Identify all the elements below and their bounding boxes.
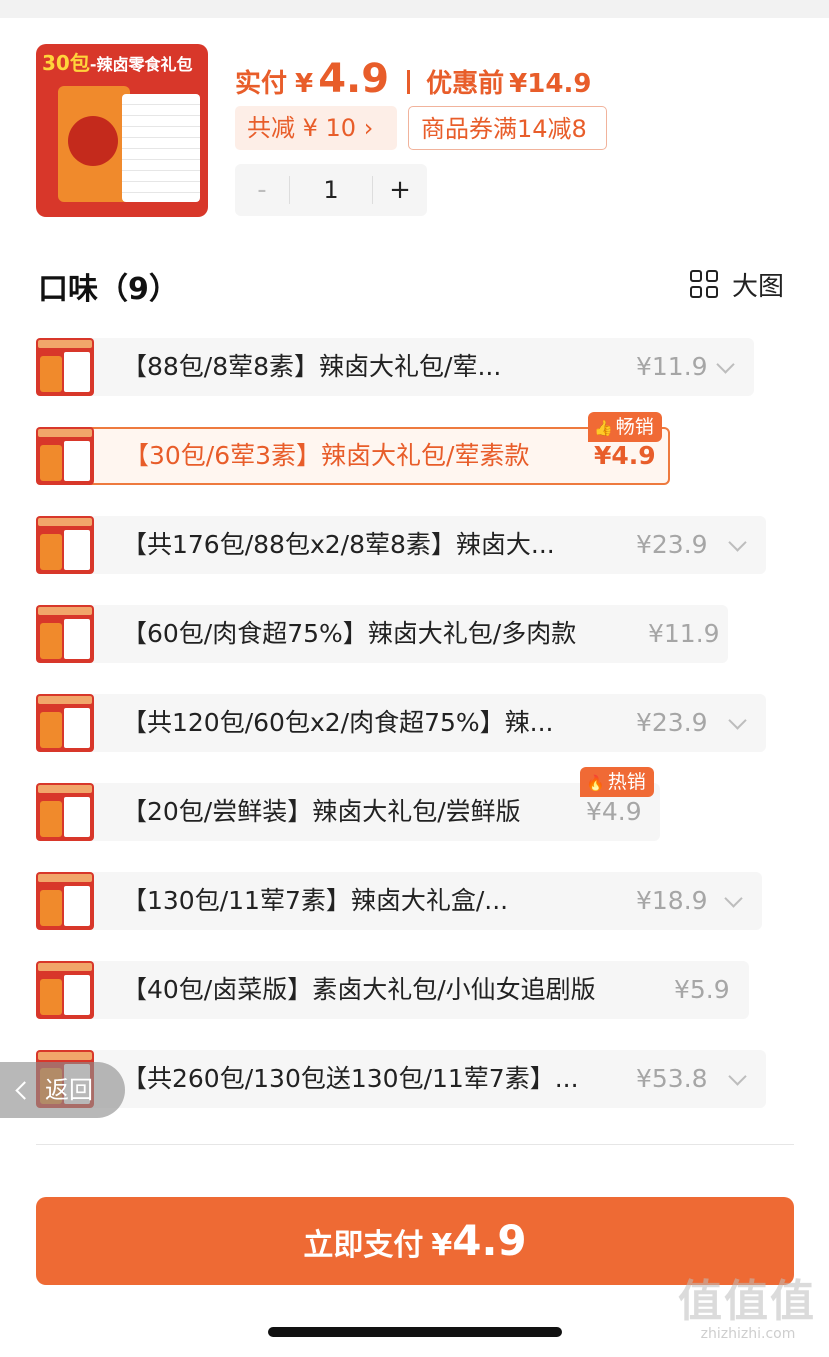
watermark-mark: 值值值 (678, 1276, 816, 1327)
back-label: 返回 (45, 1076, 93, 1104)
option-thumbnail (36, 605, 94, 663)
grid-icon (690, 270, 718, 298)
flavor-option[interactable]: 【20包/尝鲜装】辣卤大礼包/尝鲜版 ¥4.9 (36, 783, 660, 841)
coupon-chip: 商品券满14减8 (408, 106, 607, 150)
option-price: ¥23.9 (636, 708, 708, 737)
flavor-option[interactable]: 【130包/11荤7素】辣卤大礼盒/... ¥18.9 (36, 872, 762, 930)
chevron-left-icon (15, 1080, 34, 1100)
bestseller-badge: 👍 畅销 (588, 412, 662, 442)
badge-label: 畅销 (615, 416, 654, 438)
quantity-stepper: - 1 + (235, 164, 427, 216)
flavor-option[interactable]: 【共176包/88包x2/8荤8素】辣卤大... ¥23.9 (36, 516, 766, 574)
option-price: ¥5.9 (674, 975, 730, 1004)
flavor-option[interactable]: 【40包/卤菜版】素卤大礼包/小仙女追剧版 ¥5.9 (36, 961, 749, 1019)
watermark-logo: 值值值 zhizhizhi.com (678, 1276, 818, 1343)
original-price: ¥14.9 (509, 69, 592, 99)
flavor-option[interactable]: 【共260包/130包送130包/11荤7素】... ¥53.8 (36, 1050, 766, 1108)
option-price: ¥11.9 (636, 352, 708, 381)
product-image-pack-count: 30包 (42, 51, 90, 75)
option-thumbnail (36, 427, 94, 485)
option-label: 【共120包/60包x2/肉食超75%】辣... (122, 708, 554, 737)
option-price: ¥23.9 (636, 530, 708, 559)
chevron-down-icon[interactable] (728, 1067, 747, 1086)
product-menu-graphic (122, 94, 200, 202)
option-thumbnail (36, 694, 94, 752)
option-label: 【130包/11荤7素】辣卤大礼盒/... (122, 886, 509, 915)
large-image-label: 大图 (732, 271, 785, 302)
badge-label: 热销 (607, 771, 646, 793)
option-price: ¥11.9 (648, 619, 720, 648)
flavor-option[interactable]: 【共120包/60包x2/肉食超75%】辣... ¥23.9 (36, 694, 766, 752)
option-label: 【20包/尝鲜装】辣卤大礼包/尝鲜版 (122, 797, 521, 826)
option-label: 【30包/6荤3素】辣卤大礼包/荤素款 (124, 441, 530, 470)
option-label: 【88包/8荤8素】辣卤大礼包/荤... (122, 352, 502, 381)
back-button[interactable]: 返回 (0, 1062, 125, 1118)
original-price-label: 优惠前 (426, 69, 505, 99)
watermark-url: zhizhizhi.com (700, 1326, 796, 1342)
flavor-section-title: 口味（9） (38, 272, 179, 307)
thumbs-up-icon: 👍 (594, 419, 613, 437)
pay-now-label: 立即支付 (303, 1228, 424, 1263)
pay-amount: 4.9 (318, 56, 390, 102)
pay-now-currency: ¥ (431, 1228, 453, 1263)
flavor-option[interactable]: 【60包/肉食超75%】辣卤大礼包/多肉款 ¥11.9 (36, 605, 728, 663)
chevron-down-icon[interactable] (728, 711, 747, 730)
home-indicator[interactable] (268, 1327, 562, 1337)
chevron-down-icon[interactable] (724, 889, 743, 908)
option-label: 【60包/肉食超75%】辣卤大礼包/多肉款 (122, 619, 577, 648)
discount-details-chip[interactable]: 共减 ¥ 10 › (235, 106, 397, 150)
hot-sale-badge: 🔥 热销 (580, 767, 654, 797)
option-label: 【40包/卤菜版】素卤大礼包/小仙女追剧版 (122, 975, 596, 1004)
chevron-down-icon[interactable] (728, 533, 747, 552)
pay-now-button[interactable]: 立即支付 ¥4.9 (36, 1197, 794, 1285)
option-thumbnail (36, 516, 94, 574)
option-thumbnail (36, 338, 94, 396)
option-thumbnail (36, 961, 94, 1019)
price-divider (407, 70, 411, 94)
pay-now-amount: 4.9 (452, 1216, 527, 1265)
increase-quantity-button[interactable]: + (373, 175, 427, 205)
flavor-option[interactable]: 【88包/8荤8素】辣卤大礼包/荤... ¥11.9 (36, 338, 754, 396)
price-line: 实付 ¥ 4.9 优惠前 ¥14.9 (235, 56, 592, 102)
product-image-title: -辣卤零食礼包 (89, 55, 193, 74)
option-price: ¥53.8 (636, 1064, 708, 1093)
status-bar-strip (0, 0, 829, 18)
option-label: 【共260包/130包送130包/11荤7素】... (122, 1064, 579, 1093)
option-price: ¥18.9 (636, 886, 708, 915)
option-label: 【共176包/88包x2/8荤8素】辣卤大... (122, 530, 555, 559)
product-image-banner: 30包-辣卤零食礼包 (42, 48, 202, 78)
chevron-down-icon[interactable] (716, 355, 735, 374)
flame-icon: 🔥 (586, 774, 605, 792)
product-package-graphic (58, 86, 130, 202)
option-thumbnail (36, 872, 94, 930)
divider (36, 1144, 794, 1145)
flavor-option-selected[interactable]: 【30包/6荤3素】辣卤大礼包/荤素款 ¥4.9 (36, 427, 670, 485)
option-thumbnail (36, 783, 94, 841)
pay-currency: ¥ (295, 69, 314, 99)
pay-label: 实付 (235, 69, 288, 99)
decrease-quantity-button[interactable]: - (235, 175, 289, 205)
product-image[interactable]: 30包-辣卤零食礼包 (36, 44, 208, 217)
large-image-view-toggle[interactable]: 大图 (690, 264, 784, 304)
quantity-value[interactable]: 1 (290, 176, 372, 204)
